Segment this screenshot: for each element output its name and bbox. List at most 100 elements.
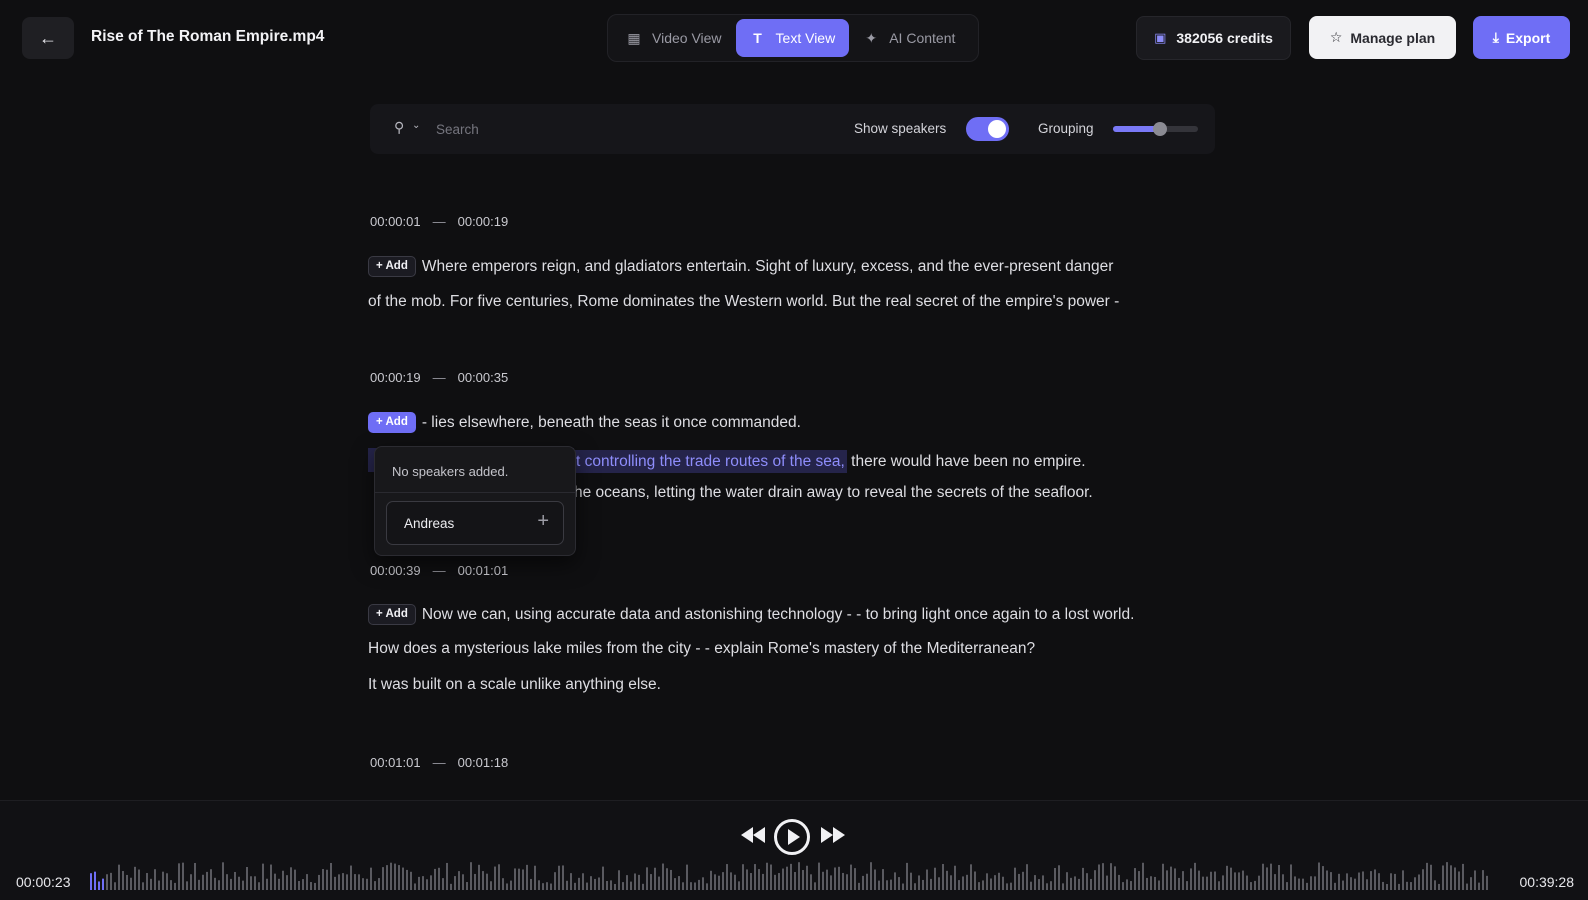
- chevron-down-icon[interactable]: ⌄: [412, 120, 420, 131]
- play-icon: [788, 829, 800, 845]
- add-speaker-button[interactable]: + Add: [368, 256, 416, 277]
- waveform-bar: [1366, 879, 1368, 890]
- grouping-slider[interactable]: [1113, 122, 1198, 136]
- add-speaker-button[interactable]: + Add: [368, 412, 416, 433]
- waveform-bar: [234, 871, 236, 890]
- plus-icon[interactable]: +: [537, 510, 549, 533]
- tab-text-view[interactable]: T Text View: [735, 19, 850, 57]
- transcript-line[interactable]: How does a mysterious lake miles from th…: [368, 640, 1035, 658]
- waveform-bar: [1050, 881, 1052, 890]
- waveform-bar: [950, 875, 952, 890]
- manage-plan-button[interactable]: ☆ Manage plan: [1309, 16, 1456, 59]
- waveform-bar: [346, 874, 348, 890]
- waveform-bar: [1038, 879, 1040, 890]
- timestamp-range: 00:01:01 — 00:01:18: [370, 755, 508, 770]
- waveform-bar: [666, 868, 668, 890]
- waveform-bar: [1442, 865, 1444, 890]
- start-time[interactable]: 00:00:39: [370, 563, 421, 578]
- waveform-bar: [270, 864, 272, 890]
- transcript-line[interactable]: + Add Where emperors reign, and gladiator…: [368, 256, 1113, 277]
- transcript-line[interactable]: of the mob. For five centuries, Rome dom…: [368, 293, 1119, 311]
- selected-text[interactable]: t controlling the trade routes of the se…: [574, 450, 847, 473]
- waveform-bar: [614, 883, 616, 890]
- download-icon: ⤓: [1492, 29, 1499, 45]
- end-time[interactable]: 00:01:01: [458, 563, 509, 578]
- back-button[interactable]: ←: [22, 17, 74, 59]
- waveform-bar: [1454, 867, 1456, 890]
- waveform-bar: [1382, 881, 1384, 890]
- waveform-bar: [534, 865, 536, 890]
- show-speakers-toggle[interactable]: [966, 117, 1009, 141]
- search-input[interactable]: [436, 116, 736, 142]
- waveform-bar: [230, 878, 232, 890]
- waveform-bar: [694, 882, 696, 890]
- play-button[interactable]: [774, 819, 810, 855]
- transcript-line[interactable]: + Add Now we can, using accurate data and…: [368, 604, 1134, 625]
- waveform-bar: [462, 874, 464, 890]
- transcript-line[interactable]: It was built on a scale unlike anything …: [368, 676, 661, 694]
- start-time[interactable]: 00:00:19: [370, 370, 421, 385]
- waveform-bar: [1218, 881, 1220, 890]
- waveform-bar: [1386, 883, 1388, 890]
- waveform-bar: [822, 871, 824, 890]
- waveform-bar: [1290, 864, 1292, 890]
- waveform-bar: [1162, 863, 1164, 890]
- fast-forward-icon[interactable]: [820, 825, 846, 845]
- waveform-bar: [126, 874, 128, 890]
- grouping-label: Grouping: [1038, 121, 1094, 136]
- end-time[interactable]: 00:00:35: [458, 370, 509, 385]
- waveform-bar: [1134, 868, 1136, 890]
- waveform-bar: [982, 880, 984, 890]
- waveform-bar: [986, 873, 988, 890]
- waveform-bar: [142, 882, 144, 890]
- waveform-bar: [154, 869, 156, 890]
- line-text: of the mob. For five centuries, Rome dom…: [368, 293, 1120, 310]
- waveform-bar: [702, 877, 704, 890]
- waveform-bar: [1114, 866, 1116, 890]
- waveform-bar: [930, 878, 932, 890]
- search-icon[interactable]: ⚲: [394, 119, 404, 136]
- waveform-bar: [642, 883, 644, 890]
- waveform-bar: [410, 871, 412, 890]
- waveform-bar: [1018, 873, 1020, 890]
- waveform-bar: [122, 871, 124, 890]
- waveform-bar: [190, 874, 192, 890]
- waveform-bar: [1070, 877, 1072, 890]
- waveform-bar: [390, 862, 392, 890]
- transcript-line[interactable]: he oceans, letting the water drain away …: [574, 484, 1093, 502]
- waveform-bar: [850, 864, 852, 890]
- tab-ai-content[interactable]: ✦ AI Content: [849, 19, 969, 57]
- waveform-bar: [678, 876, 680, 890]
- export-button[interactable]: ⤓ Export: [1473, 16, 1570, 59]
- add-speaker-button[interactable]: + Add: [368, 604, 416, 625]
- transcript-line[interactable]: + Add - lies elsewhere, beneath the seas …: [368, 412, 801, 433]
- waveform-bar: [374, 881, 376, 890]
- waveform-bar: [634, 873, 636, 890]
- rewind-icon[interactable]: [740, 825, 766, 845]
- end-time[interactable]: 00:01:18: [458, 755, 509, 770]
- tab-video-view[interactable]: ▦ Video View: [612, 19, 736, 57]
- grouping-slider-thumb[interactable]: [1152, 122, 1167, 136]
- waveform-bar: [1482, 870, 1484, 890]
- waveform-bar: [1242, 870, 1244, 890]
- waveform-bar: [862, 875, 864, 890]
- start-time[interactable]: 00:00:01: [370, 214, 421, 229]
- waveform-scrubber[interactable]: [90, 858, 1492, 894]
- waveform-bar: [978, 882, 980, 890]
- credits-badge[interactable]: ▣ 382056 credits: [1136, 16, 1291, 60]
- waveform-bar: [874, 869, 876, 890]
- waveform-bar: [1282, 874, 1284, 890]
- line-text: he oceans, letting the water drain away …: [574, 484, 1093, 501]
- credits-count: 382056 credits: [1176, 30, 1273, 46]
- speaker-name-field[interactable]: Andreas +: [386, 501, 564, 545]
- waveform-bar: [1030, 881, 1032, 890]
- start-time[interactable]: 00:01:01: [370, 755, 421, 770]
- end-time[interactable]: 00:00:19: [458, 214, 509, 229]
- waveform-bar: [974, 871, 976, 890]
- waveform-bar: [1090, 878, 1092, 890]
- waveform-bar: [894, 872, 896, 890]
- waveform-bar: [446, 862, 448, 890]
- waveform-bar: [1274, 874, 1276, 890]
- waveform-bar: [558, 865, 560, 890]
- waveform-bar: [1326, 870, 1328, 890]
